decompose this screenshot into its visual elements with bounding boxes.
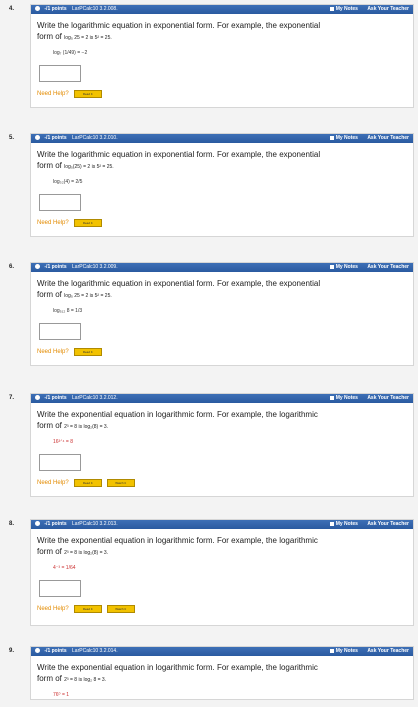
example-text: log₅ 25 = 2 is 5² = 25.: [64, 293, 112, 299]
answer-input[interactable]: [39, 454, 81, 471]
question-card: 7. -/1 points LarPCalc10 3.2.012. My Not…: [9, 393, 414, 497]
question-number: 5.: [9, 135, 15, 141]
question-header: 5. -/1 points LarPCalc10 3.2.010. My Not…: [9, 134, 413, 143]
equation: log₇ (1/49) = −2: [53, 50, 88, 56]
checkbox-icon: [329, 135, 334, 140]
question-header: 9. -/1 points LarPCalc10 3.2.014. My Not…: [9, 647, 413, 656]
answer-input[interactable]: [39, 65, 81, 82]
read-it-button[interactable]: Read It: [73, 348, 102, 356]
question-text: Write the logarithmic equation in expone…: [37, 279, 321, 288]
ask-teacher-link[interactable]: Ask Your Teacher: [367, 395, 409, 401]
question-card: 6. -/1 points LarPCalc10 3.2.009. My Not…: [9, 262, 414, 366]
form-label: form of: [37, 421, 62, 430]
need-help-label: Need Help?: [37, 606, 69, 612]
points: -/1 points: [44, 648, 67, 654]
status-dot-icon: [35, 6, 40, 12]
points: -/1 points: [44, 135, 67, 141]
watch-it-button[interactable]: Watch It: [106, 479, 135, 487]
points: -/1 points: [44, 6, 67, 12]
example-text: 2³ = 8 is log₂(8) = 3.: [64, 424, 109, 430]
question-code: LarPCalc10 3.2.010.: [72, 135, 118, 141]
question-header: 7. -/1 points LarPCalc10 3.2.012. My Not…: [9, 394, 413, 403]
question-header: 4. -/1 points LarPCalc10 3.2.008. My Not…: [9, 5, 413, 14]
status-dot-icon: [35, 264, 40, 270]
my-notes-link[interactable]: My Notes: [329, 521, 358, 527]
question-card: 4. -/1 points LarPCalc10 3.2.008. My Not…: [9, 4, 414, 108]
need-help-label: Need Help?: [37, 91, 69, 97]
form-label: form of: [37, 547, 62, 556]
need-help-label: Need Help?: [37, 480, 69, 486]
checkbox-icon: [329, 521, 334, 526]
question-code: LarPCalc10 3.2.009.: [72, 264, 118, 270]
form-label: form of: [37, 674, 62, 683]
question-text: Write the logarithmic equation in expone…: [37, 150, 321, 159]
example-text: log₅ 25 = 2 is 5² = 25.: [64, 35, 112, 41]
form-label: form of: [37, 290, 62, 299]
question-number: 8.: [9, 521, 15, 527]
need-help-label: Need Help?: [37, 220, 69, 226]
equation: 4⁻³ = 1/64: [53, 565, 76, 571]
answer-input[interactable]: [39, 194, 81, 211]
read-it-button[interactable]: Read It: [73, 219, 102, 227]
checkbox-icon: [329, 264, 334, 269]
question-card: 9. -/1 points LarPCalc10 3.2.014. My Not…: [9, 646, 414, 700]
equation: 76⁰ = 1: [53, 692, 70, 698]
checkbox-icon: [329, 648, 334, 653]
ask-teacher-link[interactable]: Ask Your Teacher: [367, 648, 409, 654]
read-it-button[interactable]: Read It: [73, 605, 102, 613]
question-card: 5. -/1 points LarPCalc10 3.2.010. My Not…: [9, 133, 414, 237]
points: -/1 points: [44, 521, 67, 527]
example-text: 2³ = 8 is log₂(8) = 3.: [64, 550, 109, 556]
equation: log₃₂(4) = 2/5: [53, 179, 83, 185]
question-text: Write the exponential equation in logari…: [37, 536, 318, 545]
status-dot-icon: [35, 648, 40, 654]
watch-it-button[interactable]: Watch It: [106, 605, 135, 613]
my-notes-link[interactable]: My Notes: [329, 648, 358, 654]
ask-teacher-link[interactable]: Ask Your Teacher: [367, 135, 409, 141]
points: -/1 points: [44, 395, 67, 401]
my-notes-link[interactable]: My Notes: [329, 395, 358, 401]
form-label: form of: [37, 32, 62, 41]
equation: log₅₁₂ 8 = 1/3: [53, 308, 83, 314]
question-card: 8. -/1 points LarPCalc10 3.2.013. My Not…: [9, 519, 414, 626]
read-it-button[interactable]: Read It: [73, 479, 102, 487]
question-code: LarPCalc10 3.2.012.: [72, 395, 118, 401]
question-text: Write the logarithmic equation in expone…: [37, 21, 321, 30]
answer-input[interactable]: [39, 323, 81, 340]
ask-teacher-link[interactable]: Ask Your Teacher: [367, 521, 409, 527]
checkbox-icon: [329, 395, 334, 400]
status-dot-icon: [35, 135, 40, 141]
ask-teacher-link[interactable]: Ask Your Teacher: [367, 264, 409, 270]
equation: 16³ᐟ⁴ = 8: [53, 439, 73, 445]
question-text: Write the exponential equation in logari…: [37, 663, 318, 672]
status-dot-icon: [35, 521, 40, 527]
status-dot-icon: [35, 395, 40, 401]
example-text: log₅(25) = 2 is 5² = 25.: [64, 164, 114, 170]
read-it-button[interactable]: Read It: [73, 90, 102, 98]
ask-teacher-link[interactable]: Ask Your Teacher: [367, 6, 409, 12]
my-notes-link[interactable]: My Notes: [329, 6, 358, 12]
form-label: form of: [37, 161, 62, 170]
question-code: LarPCalc10 3.2.014.: [72, 648, 118, 654]
question-header: 8. -/1 points LarPCalc10 3.2.013. My Not…: [9, 520, 413, 529]
example-text: 2³ = 8 is log₂ 8 = 3.: [64, 677, 107, 683]
question-number: 4.: [9, 6, 15, 12]
my-notes-link[interactable]: My Notes: [329, 135, 358, 141]
question-code: LarPCalc10 3.2.013.: [72, 521, 118, 527]
question-number: 9.: [9, 648, 15, 654]
points: -/1 points: [44, 264, 67, 270]
need-help-label: Need Help?: [37, 349, 69, 355]
my-notes-link[interactable]: My Notes: [329, 264, 358, 270]
question-code: LarPCalc10 3.2.008.: [72, 6, 118, 12]
question-text: Write the exponential equation in logari…: [37, 410, 318, 419]
checkbox-icon: [329, 6, 334, 11]
question-number: 6.: [9, 264, 15, 270]
question-number: 7.: [9, 395, 15, 401]
question-header: 6. -/1 points LarPCalc10 3.2.009. My Not…: [9, 263, 413, 272]
answer-input[interactable]: [39, 580, 81, 597]
